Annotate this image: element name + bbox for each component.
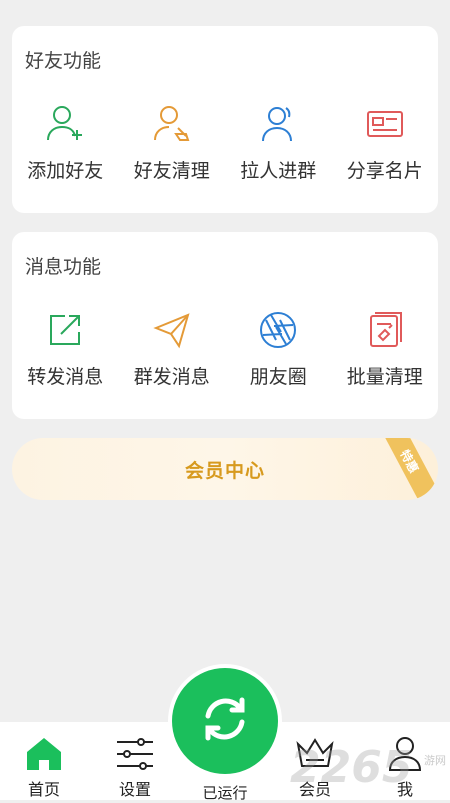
watermark-logo: 2265 (290, 742, 413, 793)
home-icon (24, 734, 64, 774)
sliders-icon (115, 734, 155, 774)
watermark-text: 游网 (424, 754, 446, 767)
batch-clean-button[interactable]: 批量清理 (332, 310, 439, 389)
forward-message-button[interactable]: 转发消息 (12, 310, 119, 389)
add-friend-button[interactable]: 添加好友 (12, 104, 119, 183)
friend-clean-icon (152, 104, 192, 144)
batch-clean-label: 批量清理 (346, 366, 423, 388)
tab-settings-label: 设置 (118, 780, 151, 799)
friend-clean-button[interactable]: 好友清理 (119, 104, 226, 183)
send-plane-icon (152, 310, 192, 350)
share-card-icon (365, 104, 405, 144)
member-center-button[interactable]: 会员中心 特惠 (12, 438, 438, 500)
run-toggle-button[interactable] (172, 668, 278, 774)
friend-clean-label: 好友清理 (133, 160, 210, 182)
tab-home-label: 首页 (27, 780, 60, 799)
add-friend-label: 添加好友 (27, 160, 104, 182)
moments-button[interactable]: 朋友圈 (225, 310, 332, 389)
invite-group-button[interactable]: 拉人进群 (225, 104, 332, 183)
mass-message-label: 群发消息 (133, 366, 210, 388)
moments-label: 朋友圈 (249, 366, 307, 388)
mass-message-button[interactable]: 群发消息 (119, 310, 226, 389)
friends-card-title: 好友功能 (25, 50, 102, 72)
message-items: 转发消息 群发消息 朋友圈 批量清理 (12, 310, 438, 389)
tab-home[interactable]: 首页 (9, 734, 79, 800)
moments-icon (258, 310, 298, 350)
share-card-label: 分享名片 (346, 160, 423, 182)
message-card-title: 消息功能 (25, 256, 102, 278)
refresh-icon (198, 692, 252, 750)
share-card-button[interactable]: 分享名片 (332, 104, 439, 183)
add-friend-icon (45, 104, 85, 144)
invite-group-label: 拉人进群 (240, 160, 317, 182)
message-function-card: 消息功能 转发消息 群发消息 朋友圈 批量清理 (12, 232, 438, 419)
forward-icon (45, 310, 85, 350)
tab-settings[interactable]: 设置 (100, 734, 170, 800)
invite-group-icon (258, 104, 298, 144)
member-center-label: 会员中心 (184, 460, 265, 482)
batch-clean-icon (365, 310, 405, 350)
forward-message-label: 转发消息 (27, 366, 104, 388)
friends-items: 添加好友 好友清理 拉人进群 分享名片 (12, 104, 438, 183)
friends-function-card: 好友功能 添加好友 好友清理 拉人进群 分享名片 (12, 26, 438, 213)
